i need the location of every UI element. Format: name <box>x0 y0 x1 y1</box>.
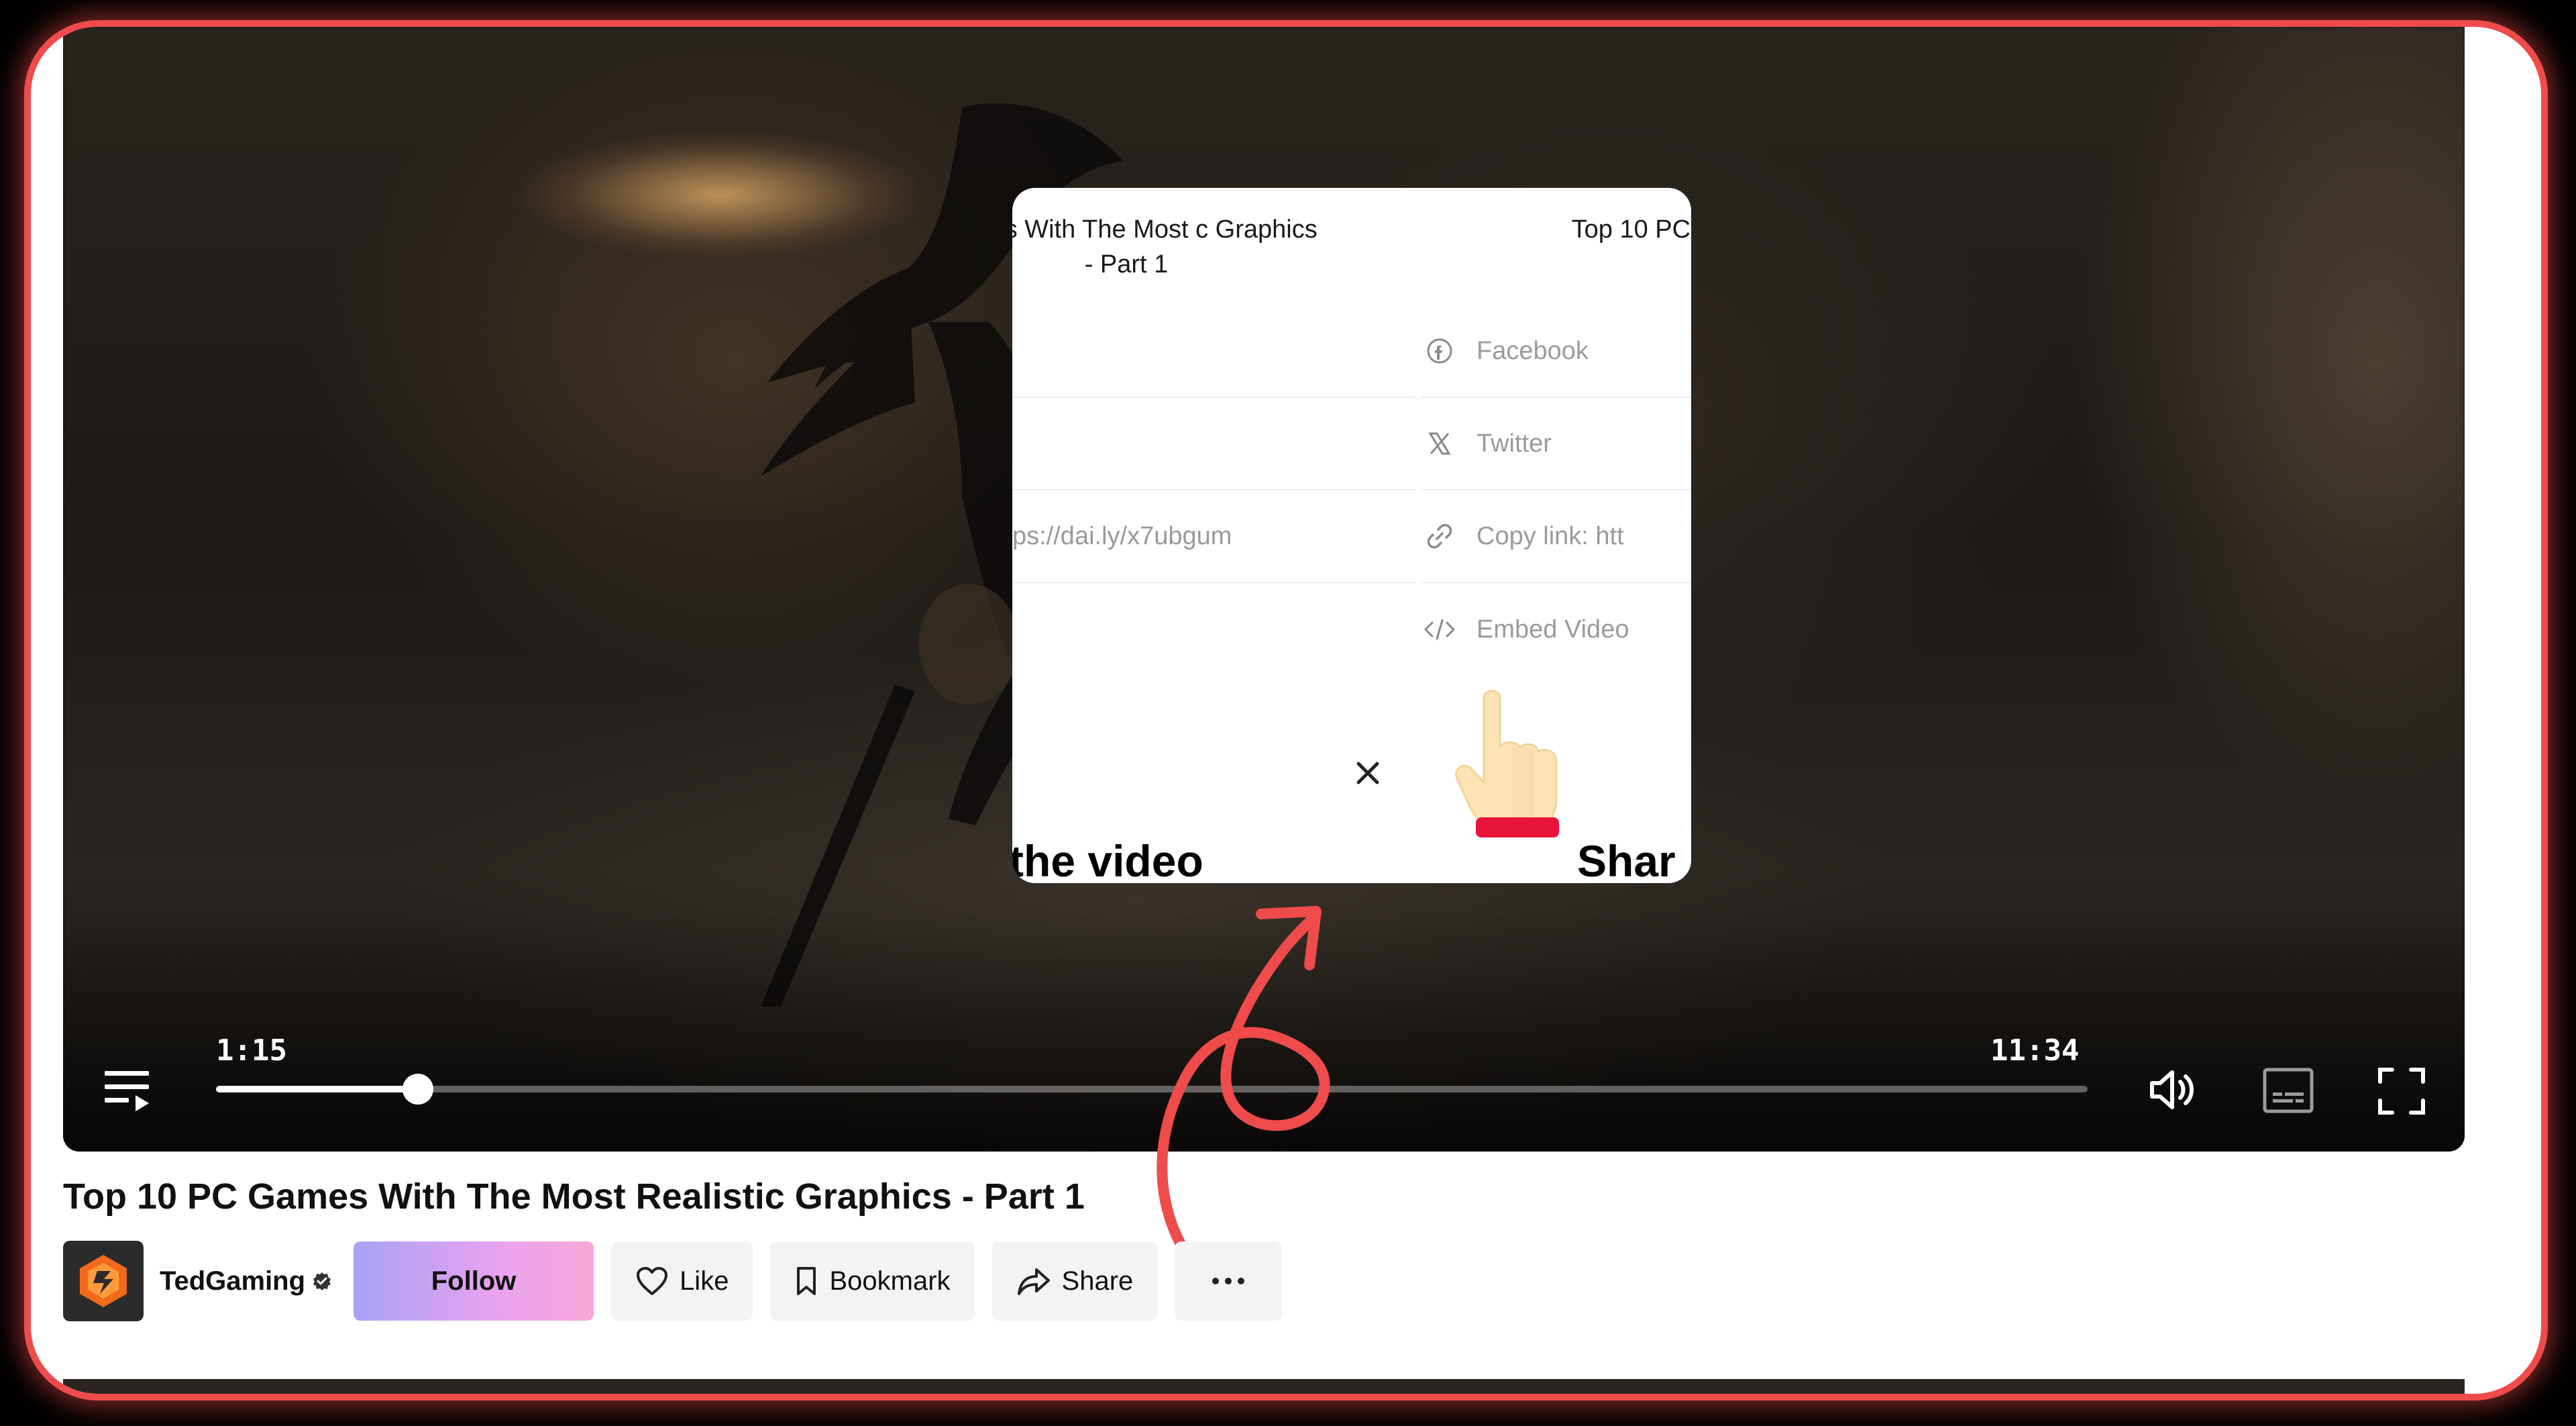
total-duration: 11:34 <box>1990 1033 2080 1068</box>
heart-icon <box>635 1266 669 1296</box>
next-content-strip <box>63 1379 2465 1394</box>
channel-name[interactable]: TedGaming <box>160 1266 332 1296</box>
share-list-previous: ps://dai.ly/x7ubgum <box>1012 305 1415 676</box>
share-row-embed-prev[interactable] <box>1012 583 1415 676</box>
copy-link-url-text: ps://dai.ly/x7ubgum <box>1012 521 1232 550</box>
embed-code-icon <box>1421 611 1458 648</box>
progress-fill <box>216 1086 419 1092</box>
share-modal-title-right: Top 10 PC G Realisti <box>1571 215 1691 244</box>
bookmark-button[interactable]: Bookmark <box>770 1241 975 1321</box>
hand-pointer-icon <box>1455 690 1559 837</box>
annotation-arrow-icon <box>1157 906 1330 1259</box>
share-row-embed[interactable]: Embed Video <box>1421 583 1691 676</box>
share-row-copy-link[interactable]: Copy link: htt <box>1421 491 1691 583</box>
progress-knob[interactable] <box>402 1074 434 1105</box>
playlist-icon[interactable] <box>102 1066 153 1114</box>
fullscreen-icon[interactable] <box>2376 1066 2427 1117</box>
share-row-facebook-prev[interactable] <box>1012 305 1415 398</box>
more-dots-icon <box>1212 1278 1245 1284</box>
like-button[interactable]: Like <box>611 1241 753 1321</box>
share-row-facebook[interactable]: Facebook <box>1421 305 1691 398</box>
channel-logo-icon <box>80 1255 127 1307</box>
facebook-icon <box>1421 333 1458 369</box>
video-title: Top 10 PC Games With The Most Realistic … <box>63 1176 1085 1217</box>
volume-icon[interactable] <box>2145 1063 2199 1117</box>
screenshot-frame: Games With The Most c Graphics - Part 1 … <box>24 20 2548 1400</box>
current-time: 1:15 <box>216 1033 287 1068</box>
share-row-copy-link-prev[interactable]: ps://dai.ly/x7ubgum <box>1012 491 1415 583</box>
more-options-button[interactable] <box>1175 1241 1283 1321</box>
twitter-x-icon <box>1421 425 1458 462</box>
share-button[interactable]: Share <box>991 1241 1158 1321</box>
share-modal[interactable]: Games With The Most c Graphics - Part 1 … <box>1012 188 1691 883</box>
share-row-twitter-prev[interactable] <box>1012 398 1415 491</box>
action-bar: TedGaming Follow Like Bookmark Share <box>63 1240 1299 1322</box>
share-modal-heading: Shar <box>1577 836 1676 883</box>
channel-avatar[interactable] <box>63 1241 144 1321</box>
share-arrow-icon <box>1016 1266 1051 1296</box>
link-icon <box>1421 518 1458 554</box>
subtitles-icon[interactable] <box>2262 1067 2314 1114</box>
follow-button[interactable]: Follow <box>354 1241 594 1321</box>
share-list: Facebook Twitter Copy link: htt Embed Vi… <box>1421 305 1691 676</box>
close-icon[interactable] <box>1346 752 1389 795</box>
share-row-twitter[interactable]: Twitter <box>1421 398 1691 491</box>
bookmark-icon <box>794 1266 818 1296</box>
share-modal-title-left: Games With The Most c Graphics - Part 1 <box>1012 215 1318 278</box>
verified-badge-icon <box>313 1272 331 1290</box>
